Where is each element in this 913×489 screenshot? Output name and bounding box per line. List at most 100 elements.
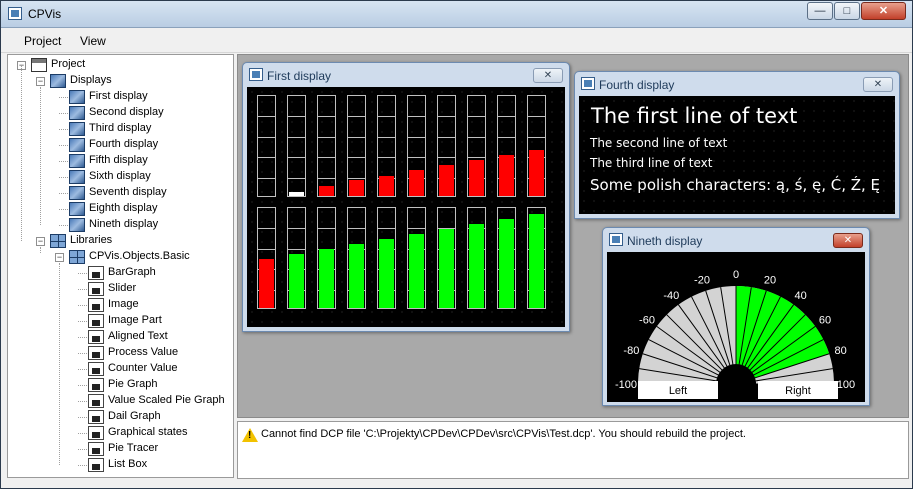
gauge-canvas: -100 -80 -60 -40 -20 0 20 40 60 80 100 Left Right [607,252,865,402]
display-icon [69,186,85,200]
object-icon [88,314,104,328]
right-label: Right [785,385,811,397]
log-message[interactable]: Cannot find DCP file 'C:\Projekty\CPDev\… [261,428,746,440]
display-icon [69,202,85,216]
bar [529,150,544,196]
tree-node-label: Dail Graph [108,410,161,422]
bar [529,214,544,308]
display-icon [69,218,85,232]
bar [409,234,424,308]
display-icon [69,122,85,136]
bar [469,224,484,308]
gauge-tick-label: 0 [733,269,739,281]
tree-node-label: Pie Graph [108,378,158,390]
collapse-toggle[interactable]: − [36,237,45,246]
bar-frame [317,95,336,197]
tree-node-label: Image [108,298,139,310]
tree-node-label: Process Value [108,346,179,358]
tree-node-label: Counter Value [108,362,178,374]
bar [349,244,364,308]
bar [259,259,274,308]
minimize-button[interactable]: — [807,2,833,20]
mdi-area: First display ✕ Fourth display ✕ The fir… [237,54,909,418]
tree-node-label: Sixth display [89,170,151,182]
bar [499,155,514,196]
tree-node-label: Aligned Text [108,330,168,342]
text-line-1: The first line of text [591,104,798,128]
title-bar[interactable]: CPVis — □ ✕ [1,1,912,28]
bar [379,239,394,308]
tree-node-label: Graphical states [108,426,188,438]
object-icon [88,298,104,312]
tree-node-label: Fifth display [89,154,148,166]
first-display-close-button[interactable]: ✕ [533,68,563,83]
library-icon [50,234,66,248]
object-icon [88,330,104,344]
gauge-tick-label: 40 [795,290,807,302]
nineth-display-close-button[interactable]: ✕ [833,233,863,248]
object-icon [88,266,104,280]
fourth-display-window[interactable]: Fourth display ✕ The first line of text … [574,71,900,219]
nineth-display-title: Nineth display [627,234,703,248]
tree-node-label: Image Part [108,314,162,326]
display-icon [609,233,623,246]
gauge-tick-label: -80 [623,345,639,357]
menu-view[interactable]: View [80,34,106,48]
text-line-3: The third line of text [590,156,713,170]
main-window: CPVis — □ ✕ Project View Project − Display… [0,0,913,489]
tree-node-label: Value Scaled Pie Graph [108,394,225,406]
window-title: CPVis [28,7,62,21]
nineth-display-window[interactable]: Nineth display ✕ -100 -80 -60 -40 -20 0 20 40 60… [602,227,870,406]
bar [499,219,514,308]
gauge-tick-label: -60 [639,314,655,326]
tree-node-label: Project [51,58,86,70]
bar [439,229,454,308]
library-icon [69,250,85,264]
tree-node-label: Third display [89,122,152,134]
bar [289,254,304,308]
bar-frame [257,95,276,197]
tree-node-label: CPVis.Objects.Basic [89,250,190,262]
text-line-4: Some polish characters: ą, ś, ę, Ć, Ź, Ę [590,176,881,194]
object-icon [88,362,104,376]
project-tree[interactable]: Project − Displays − First display Second dis… [7,54,234,478]
bar [289,192,304,196]
menu-bar: Project View [1,28,912,53]
tree-node-label: BarGraph [108,266,156,278]
text-line-2: The second line of text [590,136,728,150]
fourth-display-titlebar[interactable]: Fourth display ✕ [579,75,895,95]
gauge-tick-label: 20 [764,274,776,286]
gauge-tick-label: -20 [694,274,710,286]
first-display-title: First display [267,69,332,83]
menu-project[interactable]: Project [24,34,61,48]
tree-node-label: First display [89,90,148,102]
object-icon [88,394,104,408]
tree-node-label: Slider [108,282,137,294]
display-icon [69,170,85,184]
bar [409,170,424,196]
maximize-button[interactable]: □ [834,2,860,20]
gauge-tick-label: 60 [819,314,831,326]
bar [319,186,334,196]
close-button[interactable]: ✕ [861,2,906,20]
nineth-display-titlebar[interactable]: Nineth display ✕ [607,231,865,251]
fourth-display-close-button[interactable]: ✕ [863,77,893,92]
tree-node-label: Second display [89,106,164,118]
gauge-hub-base [716,382,756,402]
display-icon [69,138,85,152]
collapse-toggle[interactable]: − [36,77,45,86]
display-icon [69,90,85,104]
display-icon [581,77,595,90]
first-display-window[interactable]: First display ✕ [242,62,570,332]
first-display-titlebar[interactable]: First display ✕ [247,66,565,86]
left-label: Left [669,385,687,397]
display-icon [50,74,66,88]
tree-node-label: Eighth display [89,202,158,214]
collapse-toggle[interactable]: − [55,253,64,262]
tree-node-label: Nineth display [89,218,159,230]
tree-node-label: List Box [108,458,148,470]
object-icon [88,458,104,472]
bar [439,165,454,196]
object-icon [88,282,104,296]
gauge-tick-label: 80 [834,345,846,357]
